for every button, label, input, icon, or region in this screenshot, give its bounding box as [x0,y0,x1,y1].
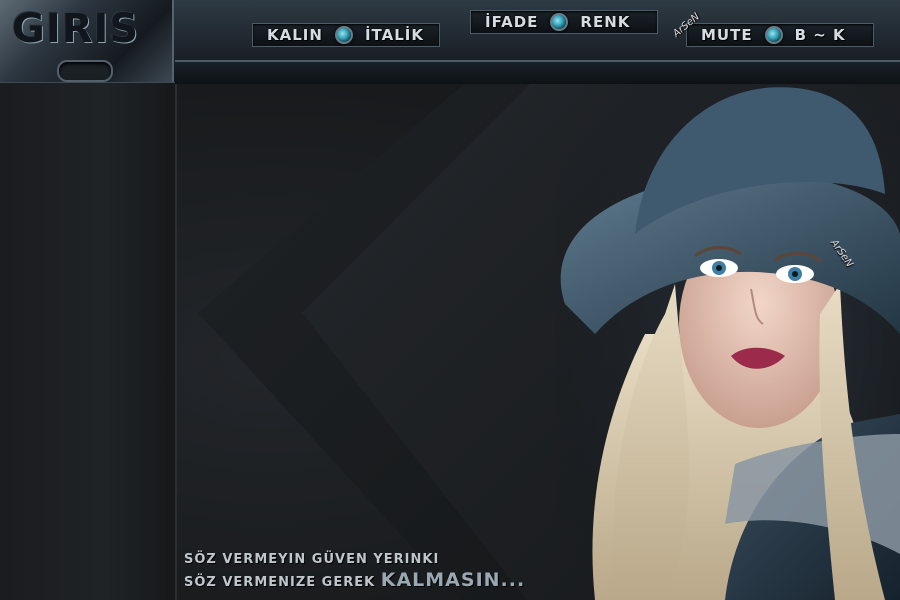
knob-icon [334,26,353,44]
quote-line-2-accent: KALMASIN... [380,569,526,591]
quote-line-2: SÖZ VERMENIZE GEREK KALMASIN... [184,570,525,593]
emote-button[interactable]: İFADE [485,13,538,31]
logo-box: GIRIS [0,0,174,82]
bk-button[interactable]: B ~ K [795,26,846,44]
knob-icon [550,13,569,31]
control-group-audio: MUTE B ~ K [686,23,874,47]
player-skin: GIRIS KALIN İTALİK İFADE RENK MUTE B ~ K [0,0,900,600]
italic-button[interactable]: İTALİK [365,26,424,44]
quote-line-2-prefix: SÖZ VERMENIZE GEREK [184,575,381,590]
logo-pill [57,60,113,82]
logo-text: GIRIS [12,6,140,52]
top-bar-strip [175,60,900,84]
control-group-expression: İFADE RENK [470,10,658,34]
quote-text: SÖZ VERMEYIN GÜVEN YERINKI SÖZ VERMENIZE… [184,550,525,593]
quote-line-1: SÖZ VERMEYIN GÜVEN YERINKI [184,552,440,567]
portrait-image [555,84,900,600]
control-group-style: KALIN İTALİK [252,23,440,47]
bold-button[interactable]: KALIN [267,26,323,44]
left-column [0,0,177,600]
mute-button[interactable]: MUTE [701,26,753,44]
knob-icon [764,26,783,44]
color-button[interactable]: RENK [580,13,630,31]
